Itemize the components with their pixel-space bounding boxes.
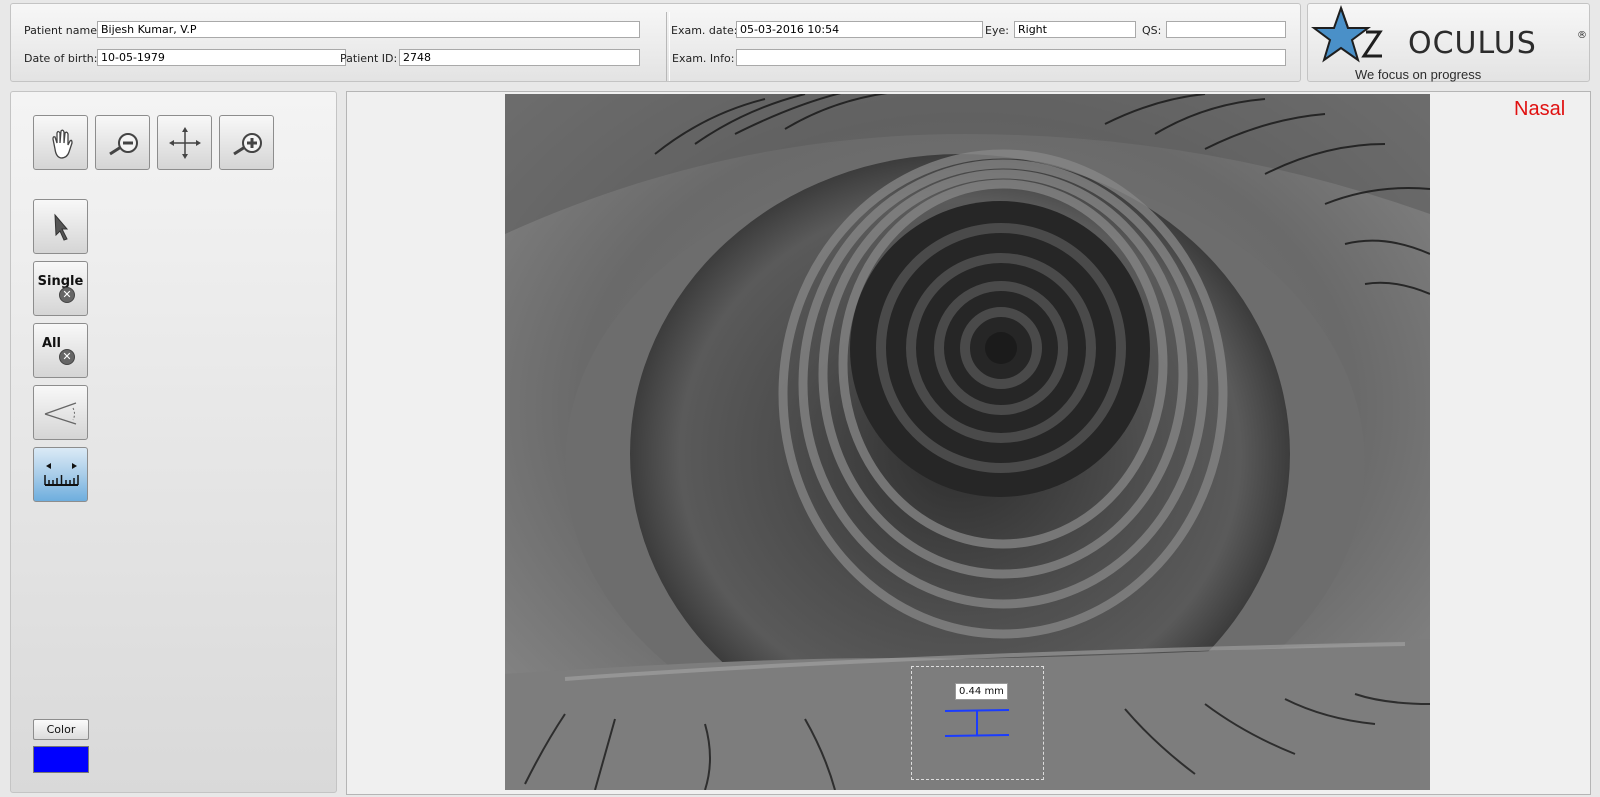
select-button[interactable] [33,199,88,254]
zoom-out-icon [109,133,138,156]
move-arrows-icon [169,127,201,159]
patient-name-field[interactable]: Bijesh Kumar, V.P [97,21,640,38]
registered-mark: ® [1577,30,1587,41]
zoom-out-button[interactable] [95,115,150,170]
single-label: Single [37,274,84,289]
exam-date-label: Exam. date: [671,24,738,37]
delete-single-button[interactable]: Single ✕ [33,261,88,316]
color-button[interactable]: Color [33,719,89,740]
patient-name-label: Patient name: [24,24,101,37]
exam-date-field[interactable]: 05-03-2016 10:54 [736,21,983,38]
exam-info-label: Exam. Info: [672,52,735,65]
exam-info-field[interactable] [736,49,1286,66]
oculus-star-icon [1311,4,1383,63]
measurement-caliper[interactable] [912,667,1045,781]
patient-info-panel: Patient name: Bijesh Kumar, V.P Date of … [10,3,1301,82]
brand-tagline: We focus on progress [1355,67,1482,82]
ruler-button[interactable] [33,447,88,502]
delete-all-button[interactable]: All ✕ [33,323,88,378]
hand-icon [52,129,73,159]
dob-field[interactable]: 10-05-1979 [97,49,346,66]
delete-icon: ✕ [59,287,75,303]
arrow-pointer-icon [54,213,69,241]
delete-icon: ✕ [59,349,75,365]
oculus-logo: OCULUS ® We focus on progress [1307,3,1590,82]
orientation-label: Nasal [1514,98,1566,120]
fit-view-button[interactable] [157,115,212,170]
patient-id-field[interactable]: 2748 [399,49,640,66]
eye-field[interactable]: Right [1014,21,1136,38]
angle-button[interactable] [33,385,88,440]
header-divider [666,12,670,81]
eye-label: Eye: [985,24,1009,37]
pan-button[interactable] [33,115,88,170]
color-swatch[interactable] [33,746,89,773]
measurement-box[interactable]: 0.44 mm [911,666,1044,780]
qs-label: QS: [1142,24,1162,37]
zoom-in-icon [233,133,262,156]
ruler-icon [44,463,79,486]
dob-label: Date of birth: [24,52,98,65]
zoom-in-button[interactable] [219,115,274,170]
angle-icon [44,402,77,425]
tool-panel: Single ✕ All ✕ Color [10,91,337,793]
qs-field[interactable] [1166,21,1286,38]
brand-name: OCULUS [1408,26,1537,61]
patient-id-label: Patient ID: [340,52,398,65]
